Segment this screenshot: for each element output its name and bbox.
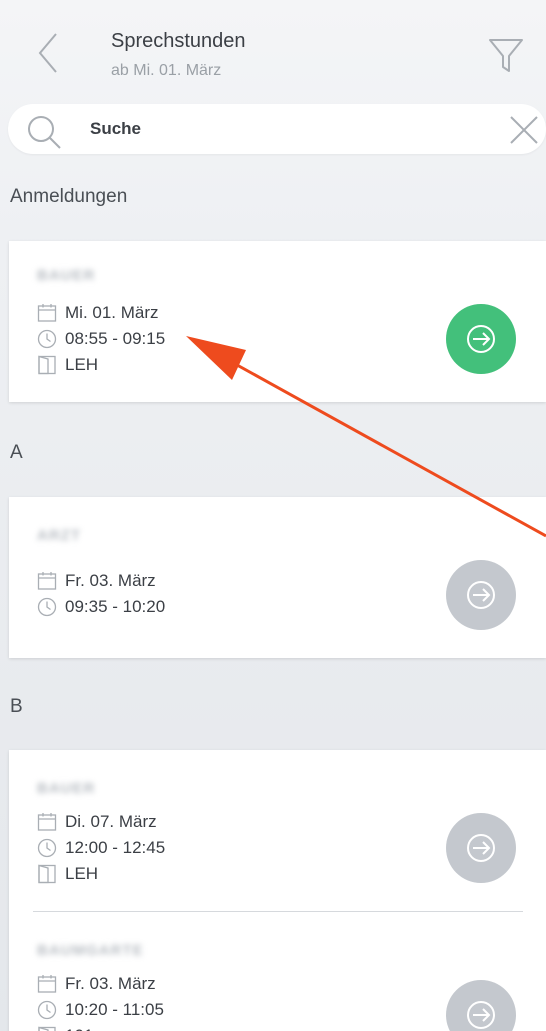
date-row: Mi. 01. März xyxy=(37,301,159,325)
room-text: LEH xyxy=(65,864,99,883)
time-row: 10:20 - 11:05 xyxy=(37,998,164,1022)
door-icon xyxy=(38,1026,56,1031)
teacher-name: BAUER xyxy=(37,780,96,797)
room-row: LEH xyxy=(37,862,98,886)
time-row: 12:00 - 12:45 xyxy=(37,836,165,860)
date-text: Mi. 01. März xyxy=(65,303,159,322)
section-header-b: B xyxy=(0,688,546,728)
clock-icon xyxy=(37,329,57,349)
join-button[interactable] xyxy=(446,980,516,1031)
date-text: Di. 07. März xyxy=(65,812,157,831)
room-text: 101 xyxy=(65,1026,93,1031)
time-text: 08:55 - 09:15 xyxy=(65,329,166,348)
clock-icon xyxy=(37,597,57,617)
section-title: A xyxy=(10,442,23,463)
date-row: Fr. 03. März xyxy=(37,569,156,593)
calendar-icon xyxy=(37,304,57,322)
calendar-icon xyxy=(37,975,57,993)
door-icon xyxy=(38,864,56,884)
appointment-card: BAUER Di. 07. März 12:00 - 12:45 LEH BAU… xyxy=(9,750,546,1031)
close-icon xyxy=(510,116,538,144)
clock-icon xyxy=(37,838,57,858)
clock-icon xyxy=(37,1000,57,1020)
room-row: 101 xyxy=(37,1024,93,1031)
time-row: 08:55 - 09:15 xyxy=(37,327,165,351)
sign-in-icon xyxy=(467,325,495,353)
time-text: 09:35 - 10:20 xyxy=(65,597,166,616)
date-row: Di. 07. März xyxy=(37,810,157,834)
sign-in-icon xyxy=(467,581,495,609)
teacher-name: ARZT xyxy=(37,527,81,544)
section-header-anmeldungen: Anmeldungen xyxy=(0,178,546,218)
chevron-left-icon xyxy=(38,33,57,73)
room-text: LEH xyxy=(65,355,99,374)
teacher-name: BAUER xyxy=(37,267,96,284)
time-text: 10:20 - 11:05 xyxy=(65,1000,164,1019)
section-title: Anmeldungen xyxy=(10,186,128,207)
join-button[interactable] xyxy=(446,813,516,883)
list-item[interactable]: BAUER Mi. 01. März 08:55 - 09:15 LEH xyxy=(9,241,546,402)
calendar-icon xyxy=(37,572,57,590)
header: Sprechstunden ab Mi. 01. März xyxy=(0,0,546,100)
list-item[interactable]: ARZT Fr. 03. März 09:35 - 10:20 xyxy=(9,497,546,658)
time-text: 12:00 - 12:45 xyxy=(65,838,166,857)
date-text: Fr. 03. März xyxy=(65,974,156,993)
page-subtitle: ab Mi. 01. März xyxy=(111,62,222,79)
appointment-card: BAUER Mi. 01. März 08:55 - 09:15 LEH xyxy=(9,241,546,402)
page: Sprechstunden ab Mi. 01. März Anmeldunge… xyxy=(0,0,546,1031)
join-button[interactable] xyxy=(446,560,516,630)
clear-search-button[interactable] xyxy=(508,114,540,146)
section-header-a: A xyxy=(0,434,546,474)
sign-in-icon xyxy=(467,1001,495,1029)
list-item[interactable]: BAUER Di. 07. März 12:00 - 12:45 LEH xyxy=(9,750,546,910)
calendar-icon xyxy=(37,813,57,831)
door-icon xyxy=(38,355,56,375)
join-button[interactable] xyxy=(446,304,516,374)
page-title: Sprechstunden xyxy=(111,30,246,52)
filter-icon xyxy=(489,39,523,72)
room-row: LEH xyxy=(37,353,98,377)
teacher-name: BAUMGARTE xyxy=(37,942,144,959)
back-button[interactable] xyxy=(30,28,70,78)
filter-button[interactable] xyxy=(486,36,526,76)
search-bar xyxy=(8,104,546,154)
sign-in-icon xyxy=(467,834,495,862)
date-text: Fr. 03. März xyxy=(65,571,156,590)
section-title: B xyxy=(10,696,23,717)
appointment-card: ARZT Fr. 03. März 09:35 - 10:20 xyxy=(9,497,546,658)
search-input[interactable] xyxy=(90,116,470,142)
list-item[interactable]: BAUMGARTE Fr. 03. März 10:20 - 11:05 xyxy=(9,912,546,1031)
date-row: Fr. 03. März xyxy=(37,972,156,996)
time-row: 09:35 - 10:20 xyxy=(37,595,165,619)
search-icon xyxy=(28,116,61,149)
